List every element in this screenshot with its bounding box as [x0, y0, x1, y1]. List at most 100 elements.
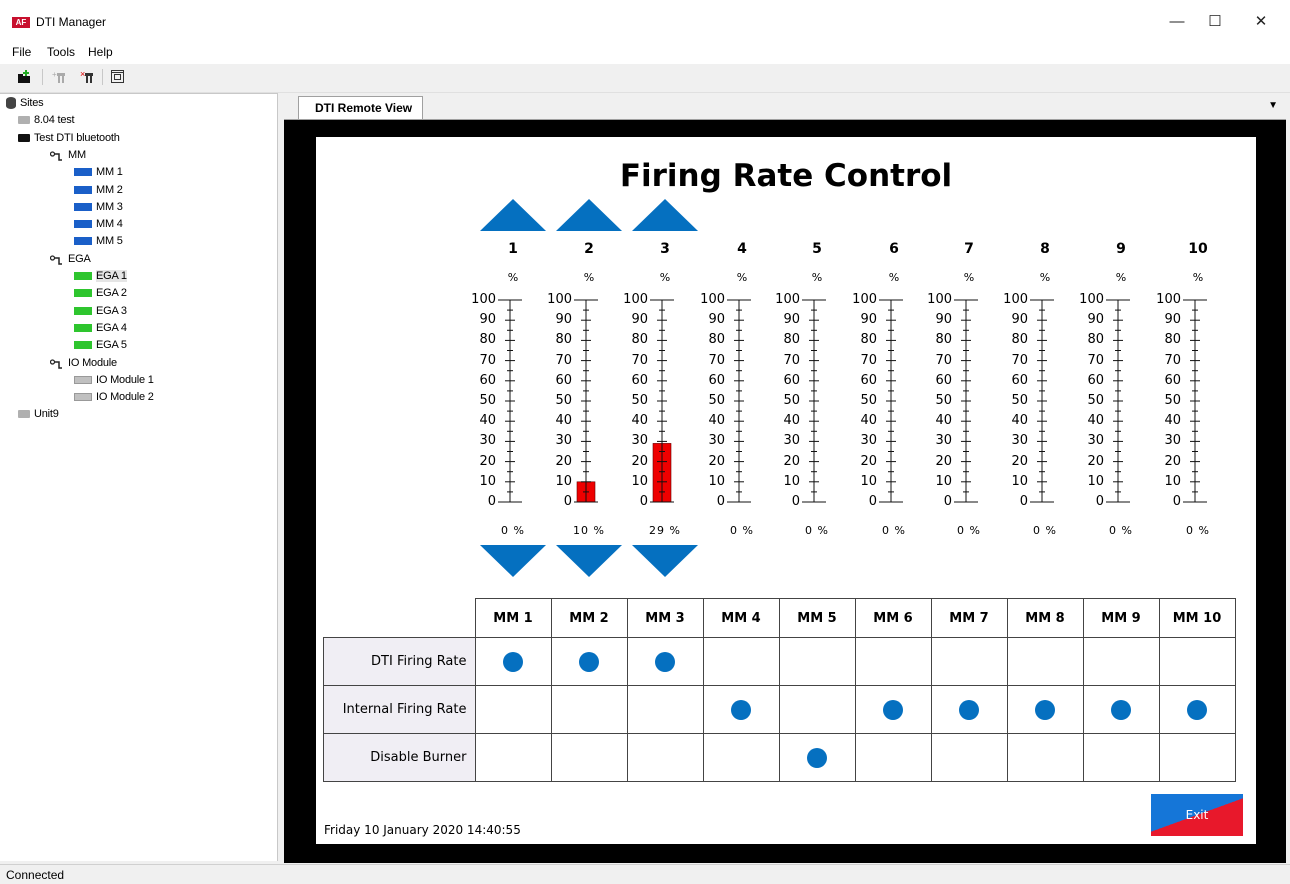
tree-item[interactable]: EGA 5 [74, 337, 127, 354]
add-site-icon[interactable] [16, 69, 32, 85]
tree-item[interactable]: IO Module [49, 355, 117, 372]
tree-item[interactable]: EGA 1 [74, 268, 127, 285]
grid-cell[interactable] [626, 637, 704, 686]
tree-item[interactable]: Sites [6, 95, 44, 112]
remove-device-icon[interactable]: × [80, 69, 96, 85]
gauge-tick-label: 20 [1164, 453, 1181, 469]
gauge-tick-label: 100 [775, 292, 800, 307]
grid-cell[interactable] [1158, 685, 1236, 734]
grid-cell[interactable] [702, 685, 780, 734]
grid-cell[interactable] [474, 733, 552, 782]
gauge-tick-label: 40 [783, 413, 800, 429]
tree-item[interactable]: MM 2 [74, 182, 123, 199]
grid-cell[interactable] [626, 685, 704, 734]
grid-cell[interactable] [702, 733, 780, 782]
grid-cell[interactable] [1158, 733, 1236, 782]
grid-cell[interactable] [778, 685, 856, 734]
grid-cell[interactable] [1158, 637, 1236, 686]
gauge-scale [1030, 299, 1054, 503]
grid-cell[interactable] [626, 733, 704, 782]
firing-rate-readout: 10 % [573, 524, 605, 537]
grid-cell[interactable] [1006, 685, 1084, 734]
grid-cell[interactable] [550, 733, 628, 782]
tree-item-label: EGA 5 [96, 339, 127, 352]
grid-cell[interactable] [930, 685, 1008, 734]
increase-arrow-icon[interactable] [632, 199, 698, 231]
gauge-tick-label: 40 [631, 413, 648, 429]
exit-button[interactable]: Exit [1151, 794, 1243, 836]
active-indicator-icon [1111, 699, 1131, 720]
grid-cell[interactable] [778, 637, 856, 686]
tab-list-dropdown-icon[interactable]: ▼ [1268, 100, 1278, 111]
tree-item[interactable]: MM 1 [74, 164, 123, 181]
gauge-tick-label: 100 [1156, 292, 1181, 307]
gauge-tick-label: 30 [708, 433, 725, 449]
tree-item-label: MM 2 [96, 183, 123, 196]
decrease-arrow-icon[interactable] [632, 545, 698, 577]
grid-row: DTI Firing Rate [323, 637, 1236, 686]
gauge-tick-label: 50 [1011, 393, 1028, 408]
gauge-scale [727, 299, 751, 503]
grid-cell[interactable] [1082, 733, 1160, 782]
gauge-tick-label: 80 [935, 332, 952, 348]
tree-item[interactable]: Test DTI bluetooth [18, 130, 120, 147]
channel-number: 8 [1040, 241, 1050, 257]
gauge-tick-label: 50 [631, 393, 648, 408]
tree-item[interactable]: EGA [49, 251, 91, 268]
grid-cell[interactable] [474, 637, 552, 686]
grid-cell[interactable] [1006, 733, 1084, 782]
decrease-arrow-icon[interactable] [480, 545, 546, 577]
grid-cell[interactable] [550, 685, 628, 734]
grid-cell[interactable] [854, 733, 932, 782]
gauge-scale [1106, 299, 1130, 503]
menu-file[interactable]: File [12, 45, 31, 59]
grid-cell[interactable] [930, 637, 1008, 686]
gauge-tick-label: 90 [479, 312, 496, 328]
tab-dti-remote-view[interactable]: DTI Remote View [298, 96, 424, 119]
tree-item[interactable]: EGA 2 [74, 285, 127, 302]
firing-rate-readout: 0 % [501, 524, 525, 537]
grid-cell[interactable] [854, 685, 932, 734]
tree-item[interactable]: Unit9 [18, 406, 59, 423]
menu-help[interactable]: Help [88, 45, 113, 59]
percent-symbol: % [888, 271, 900, 284]
gauge-tick-label: 100 [927, 292, 952, 307]
grid-cell[interactable] [778, 733, 856, 782]
increase-arrow-icon[interactable] [556, 199, 622, 231]
gauge-tick-label: 0 [487, 494, 496, 509]
tree-item[interactable]: MM 3 [74, 199, 123, 216]
grid-cell[interactable] [474, 685, 552, 734]
tree-item[interactable]: MM 4 [74, 216, 123, 233]
window-icon[interactable] [110, 69, 126, 85]
tree-item[interactable]: EGA 4 [74, 320, 127, 337]
grid-cell[interactable] [854, 637, 932, 686]
tree-item[interactable]: 8.04 test [18, 112, 75, 129]
gauge-tick-label: 90 [1164, 312, 1181, 328]
grid-cell[interactable] [702, 637, 780, 686]
gauge-tick-label: 80 [708, 332, 725, 348]
tree-item[interactable]: MM 5 [74, 233, 123, 250]
grid-cell[interactable] [550, 637, 628, 686]
grid-cell[interactable] [930, 733, 1008, 782]
grid-column-header: MM 7 [930, 598, 1008, 638]
gauge-tick-label: 70 [1011, 352, 1028, 368]
close-button[interactable]: ✕ [1238, 8, 1284, 36]
decrease-arrow-icon[interactable] [556, 545, 622, 577]
tab-strip: DTI Remote View ▼ [284, 94, 1286, 120]
menu-tools[interactable]: Tools [47, 45, 75, 59]
svg-text:×: × [80, 69, 85, 79]
grid-cell[interactable] [1082, 685, 1160, 734]
gauge-tick-label: 0 [1172, 494, 1181, 509]
tree-item[interactable]: EGA 3 [74, 303, 127, 320]
tree-item[interactable]: IO Module 2 [74, 389, 154, 406]
maximize-button[interactable]: ☐ [1192, 8, 1238, 36]
active-indicator-icon [503, 651, 523, 672]
add-device-icon[interactable]: + [52, 69, 68, 85]
grid-cell[interactable] [1082, 637, 1160, 686]
gauge-tick-label: 40 [1164, 413, 1181, 429]
grid-cell[interactable] [1006, 637, 1084, 686]
tree-item[interactable]: MM [49, 147, 86, 164]
tree-item[interactable]: IO Module 1 [74, 372, 154, 389]
gauge-tick-label: 100 [1003, 292, 1028, 307]
increase-arrow-icon[interactable] [480, 199, 546, 231]
